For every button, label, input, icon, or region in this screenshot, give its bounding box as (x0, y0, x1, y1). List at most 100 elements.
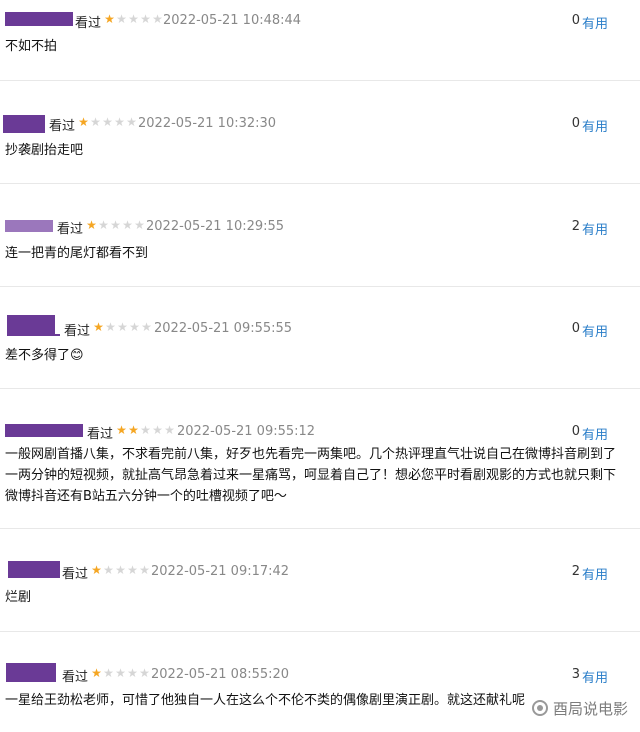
rating-stars: ★ ★ ★ ★ ★ (103, 12, 163, 26)
review-timestamp: 2022-05-21 08:55:20 (151, 667, 290, 682)
review-content: 一般网剧首播八集，不求看完前八集，好歹也先看完一两集吧。几个热评理直气壮说自己在… (5, 447, 617, 504)
useful-button[interactable]: 有用 (582, 13, 608, 32)
redacted-username[interactable] (5, 220, 53, 232)
review-content: 抄袭剧抬走吧 (5, 143, 84, 158)
star-filled-icon: ★ (128, 423, 139, 437)
star-empty-icon: ★ (134, 218, 145, 232)
star-empty-icon: ★ (122, 218, 133, 232)
review-meta: 看过 ★ ★ ★ ★ ★ 2022-05-21 09:55:55 0 有用 (0, 315, 640, 340)
redaction-underline (55, 334, 60, 336)
review-timestamp: 2022-05-21 09:17:42 (151, 564, 290, 579)
divider (0, 528, 640, 529)
star-filled-icon: ★ (93, 320, 104, 334)
watched-label: 看过 (62, 567, 89, 582)
star-empty-icon: ★ (140, 12, 151, 26)
review-content: 不如不拍 (5, 39, 58, 54)
useful-count: 0 (571, 424, 580, 439)
review-meta: 看过 ★ ★ ★ ★ ★ 2022-05-21 10:29:55 2 有用 (0, 216, 640, 238)
star-empty-icon: ★ (105, 320, 116, 334)
useful-count: 0 (571, 116, 580, 131)
review-meta: 看过 ★ ★ ★ ★ ★ 2022-05-21 10:32:30 0 有用 (0, 113, 640, 135)
review-timestamp: 2022-05-21 09:55:12 (177, 424, 316, 439)
star-empty-icon: ★ (102, 115, 113, 129)
star-empty-icon: ★ (164, 423, 175, 437)
star-empty-icon: ★ (126, 115, 137, 129)
useful-count: 0 (571, 321, 580, 336)
watched-label: 看过 (57, 222, 84, 237)
star-empty-icon: ★ (110, 218, 121, 232)
redacted-username[interactable] (3, 115, 45, 133)
star-empty-icon: ★ (152, 12, 163, 26)
star-empty-icon: ★ (127, 563, 138, 577)
star-empty-icon: ★ (98, 218, 109, 232)
redacted-username[interactable] (7, 315, 55, 336)
star-empty-icon: ★ (115, 666, 126, 680)
star-empty-icon: ★ (90, 115, 101, 129)
watched-label: 看过 (49, 119, 76, 134)
redacted-username[interactable] (8, 561, 60, 578)
star-empty-icon: ★ (127, 666, 138, 680)
divider (0, 286, 640, 287)
watched-label: 看过 (62, 670, 89, 685)
divider (0, 388, 640, 389)
useful-button[interactable]: 有用 (582, 564, 608, 583)
redacted-username[interactable] (6, 663, 56, 682)
star-filled-icon: ★ (86, 218, 97, 232)
divider (0, 183, 640, 184)
review-content: 连一把青的尾灯都看不到 (5, 246, 149, 261)
review-content: 一星给王劲松老师，可惜了他独自一人在这么个不伦不类的偶像剧里演正剧。就这还献礼呢 (5, 693, 526, 708)
review-meta: 看过 ★ ★ ★ ★ ★ 2022-05-21 09:17:42 2 有用 (0, 561, 640, 583)
rating-stars: ★ ★ ★ ★ ★ (115, 423, 175, 437)
useful-button[interactable]: 有用 (582, 321, 608, 340)
useful-count: 3 (571, 667, 580, 682)
star-empty-icon: ★ (129, 320, 140, 334)
useful-count: 2 (571, 564, 580, 579)
star-empty-icon: ★ (140, 423, 151, 437)
star-empty-icon: ★ (139, 563, 150, 577)
useful-button[interactable]: 有用 (582, 424, 608, 443)
review-timestamp: 2022-05-21 10:48:44 (163, 13, 302, 28)
watermark: 酉局说电影 (531, 697, 628, 719)
divider (0, 80, 640, 81)
divider (0, 631, 640, 632)
review-timestamp: 2022-05-21 10:29:55 (146, 219, 285, 234)
review-timestamp: 2022-05-21 09:55:55 (154, 321, 293, 336)
star-empty-icon: ★ (116, 12, 127, 26)
useful-count: 0 (571, 13, 580, 28)
useful-button[interactable]: 有用 (582, 667, 608, 686)
star-empty-icon: ★ (103, 563, 114, 577)
star-empty-icon: ★ (114, 115, 125, 129)
watched-label: 看过 (87, 427, 114, 442)
rating-stars: ★ ★ ★ ★ ★ (90, 563, 150, 577)
review-content: 烂剧 (5, 590, 32, 605)
watched-label: 看过 (75, 16, 102, 31)
rating-stars: ★ ★ ★ ★ ★ (85, 218, 145, 232)
redacted-username[interactable] (5, 424, 83, 437)
star-filled-icon: ★ (91, 666, 102, 680)
rating-stars: ★ ★ ★ ★ ★ (77, 115, 137, 129)
star-filled-icon: ★ (78, 115, 89, 129)
rating-stars: ★ ★ ★ ★ ★ (90, 666, 150, 680)
star-empty-icon: ★ (128, 12, 139, 26)
useful-button[interactable]: 有用 (582, 116, 608, 135)
review-timestamp: 2022-05-21 10:32:30 (138, 116, 277, 131)
star-empty-icon: ★ (115, 563, 126, 577)
star-empty-icon: ★ (139, 666, 150, 680)
star-filled-icon: ★ (91, 563, 102, 577)
watermark-text: 酉局说电影 (552, 699, 628, 718)
useful-count: 2 (571, 219, 580, 234)
star-filled-icon: ★ (104, 12, 115, 26)
review-meta: 看过 ★ ★ ★ ★ ★ 2022-05-21 10:48:44 0 有用 (0, 10, 640, 32)
review-content: 差不多得了😊 (5, 348, 84, 363)
review-meta: 看过 ★ ★ ★ ★ ★ 2022-05-21 08:55:20 3 有用 (0, 663, 640, 686)
rating-stars: ★ ★ ★ ★ ★ (92, 320, 152, 334)
star-empty-icon: ★ (152, 423, 163, 437)
weibo-logo-icon (531, 700, 548, 716)
redacted-username[interactable] (5, 12, 73, 26)
star-empty-icon: ★ (117, 320, 128, 334)
review-meta: 看过 ★ ★ ★ ★ ★ 2022-05-21 09:55:12 0 有用 (0, 421, 640, 443)
star-filled-icon: ★ (116, 423, 127, 437)
star-empty-icon: ★ (103, 666, 114, 680)
useful-button[interactable]: 有用 (582, 219, 608, 238)
star-empty-icon: ★ (141, 320, 152, 334)
